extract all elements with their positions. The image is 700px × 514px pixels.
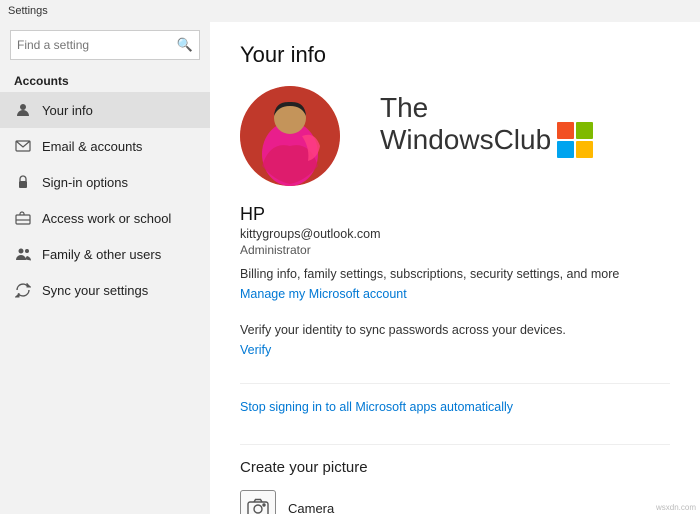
avatar xyxy=(240,86,340,186)
user-email: kittygroups@outlook.com xyxy=(240,227,670,241)
title-bar: Settings xyxy=(0,0,700,22)
brand-logo: The WindowsClub xyxy=(380,94,593,158)
flag-blue xyxy=(557,141,574,158)
flag-green xyxy=(576,122,593,139)
divider-1 xyxy=(240,383,670,384)
sidebar-label-access-work-school: Access work or school xyxy=(42,211,171,226)
create-picture-camera[interactable]: Camera xyxy=(240,490,670,514)
user-name: HP xyxy=(240,204,670,225)
sidebar-item-family-users[interactable]: Family & other users xyxy=(0,236,210,272)
main-content: Your info T xyxy=(210,22,700,514)
camera-icon xyxy=(247,497,269,514)
flag-red xyxy=(557,122,574,139)
sidebar-label-email-accounts: Email & accounts xyxy=(42,139,142,154)
verify-link[interactable]: Verify xyxy=(240,343,271,357)
profile-section: The WindowsClub xyxy=(240,86,670,186)
camera-label: Camera xyxy=(288,501,334,514)
brand-windows-club: WindowsClub xyxy=(380,122,593,158)
sync-icon xyxy=(14,281,32,299)
title-bar-label: Settings xyxy=(8,5,48,17)
sidebar-item-sign-in-options[interactable]: Sign-in options xyxy=(0,164,210,200)
search-box[interactable]: 🔍 xyxy=(10,30,200,60)
sidebar-item-access-work-school[interactable]: Access work or school xyxy=(0,200,210,236)
brand-the: The xyxy=(380,94,428,122)
create-picture-title: Create your picture xyxy=(240,459,670,476)
sidebar-section-label: Accounts xyxy=(0,68,210,92)
verify-block: Verify your identity to sync passwords a… xyxy=(240,323,670,369)
divider-2 xyxy=(240,444,670,445)
email-icon xyxy=(14,137,32,155)
sidebar-item-email-accounts[interactable]: Email & accounts xyxy=(0,128,210,164)
sidebar-label-sign-in-options: Sign-in options xyxy=(42,175,128,190)
group-icon xyxy=(14,245,32,263)
search-icon: 🔍 xyxy=(177,37,193,53)
windows-flag-icon xyxy=(557,122,593,158)
brand-windows-club-text: WindowsClub xyxy=(380,124,551,156)
sidebar-item-your-info[interactable]: Your info xyxy=(0,92,210,128)
user-info-block: HP kittygroups@outlook.com Administrator xyxy=(240,204,670,257)
user-role: Administrator xyxy=(240,243,670,257)
sidebar-label-sync-settings: Sync your settings xyxy=(42,283,148,298)
page-title: Your info xyxy=(240,42,670,68)
sidebar-label-your-info: Your info xyxy=(42,103,93,118)
billing-text: Billing info, family settings, subscript… xyxy=(240,267,670,281)
verify-text: Verify your identity to sync passwords a… xyxy=(240,323,670,337)
briefcase-icon xyxy=(14,209,32,227)
flag-yellow xyxy=(576,141,593,158)
sidebar-label-family-users: Family & other users xyxy=(42,247,161,262)
person-icon xyxy=(14,101,32,119)
camera-icon-box xyxy=(240,490,276,514)
lock-icon xyxy=(14,173,32,191)
stop-sign-in-link[interactable]: Stop signing in to all Microsoft apps au… xyxy=(240,400,513,414)
search-input[interactable] xyxy=(17,38,177,52)
billing-block: Billing info, family settings, subscript… xyxy=(240,267,670,313)
sidebar: 🔍 Accounts Your info Email & accounts xyxy=(0,22,210,514)
watermark: wsxdn.com xyxy=(656,503,696,512)
sidebar-item-sync-settings[interactable]: Sync your settings xyxy=(0,272,210,308)
manage-account-link[interactable]: Manage my Microsoft account xyxy=(240,287,407,301)
